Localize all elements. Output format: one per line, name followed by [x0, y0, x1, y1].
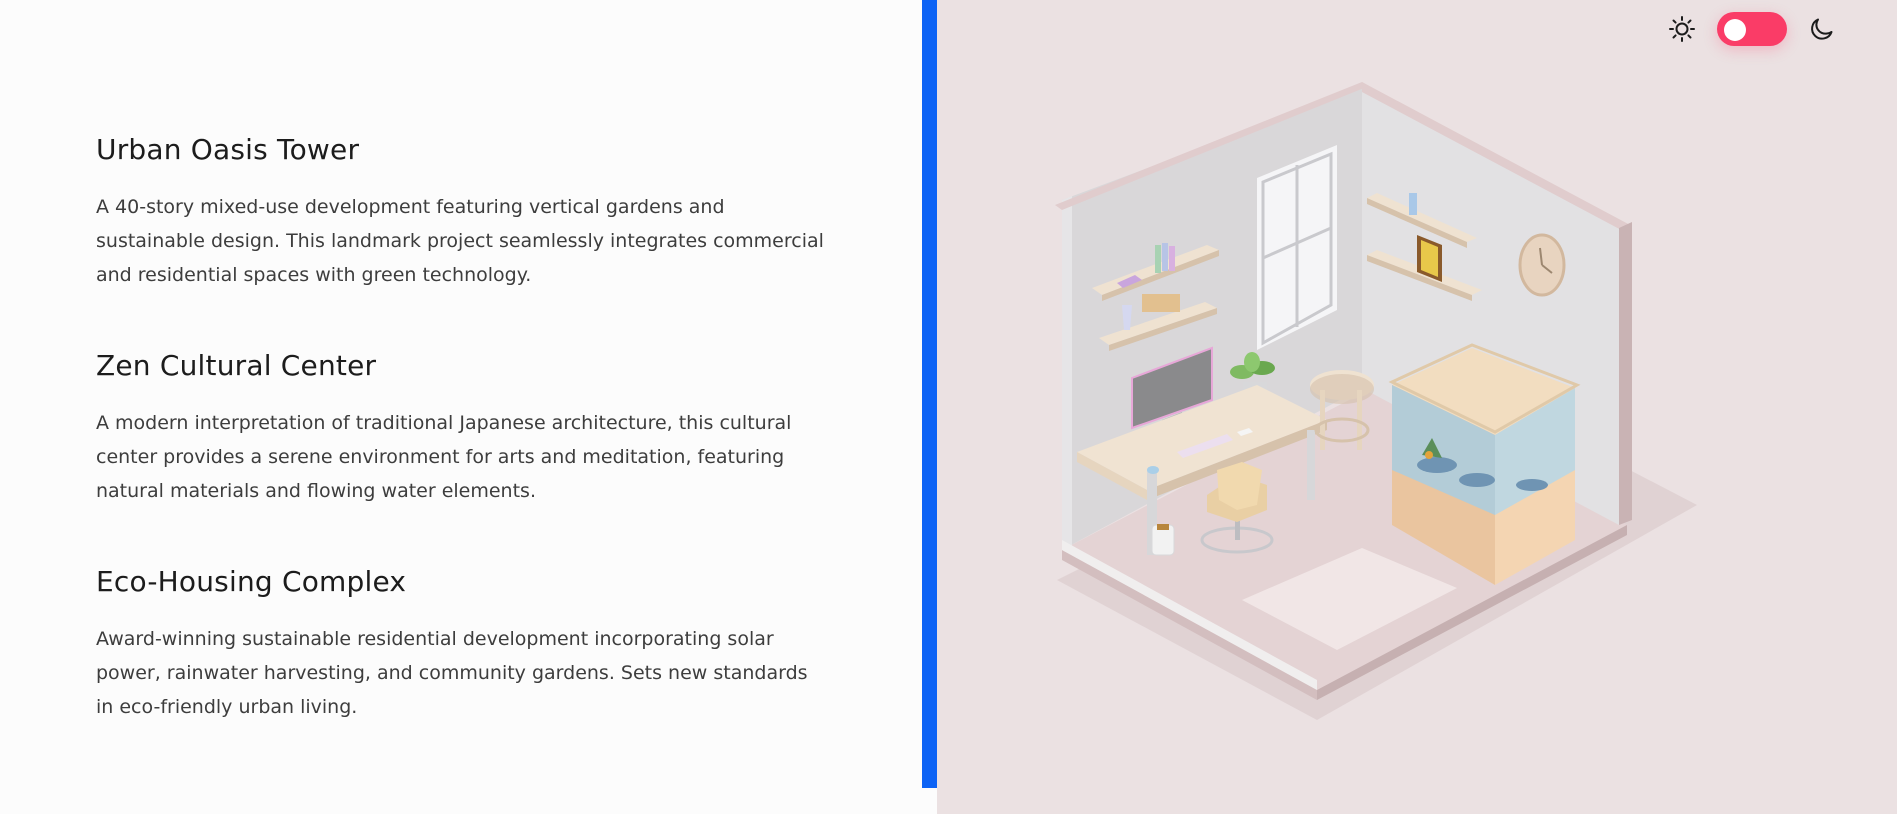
illustration-pane — [937, 0, 1897, 814]
project-card: Urban Oasis Tower A 40-story mixed-use d… — [96, 128, 836, 292]
theme-toggle-group — [1667, 12, 1837, 46]
theme-toggle-switch[interactable] — [1717, 12, 1787, 46]
page: Urban Oasis Tower A 40-story mixed-use d… — [0, 0, 1897, 814]
project-title: Urban Oasis Tower — [96, 128, 836, 172]
project-title: Zen Cultural Center — [96, 344, 836, 388]
isometric-room-illustration — [937, 0, 1897, 814]
project-title: Eco-Housing Complex — [96, 560, 836, 604]
project-list-pane: Urban Oasis Tower A 40-story mixed-use d… — [0, 0, 922, 814]
project-description: A modern interpretation of traditional J… — [96, 406, 826, 508]
project-description: Award-winning sustainable residential de… — [96, 622, 826, 724]
waste-bin — [1152, 524, 1174, 555]
moon-icon[interactable] — [1807, 14, 1837, 44]
project-list: Urban Oasis Tower A 40-story mixed-use d… — [96, 128, 836, 776]
project-card: Eco-Housing Complex Award-winning sustai… — [96, 560, 836, 724]
scroll-indicator[interactable] — [922, 0, 937, 788]
project-card: Zen Cultural Center A modern interpretat… — [96, 344, 836, 508]
sun-icon[interactable] — [1667, 14, 1697, 44]
wall-clock — [1520, 235, 1564, 295]
toggle-knob — [1724, 19, 1746, 41]
project-description: A 40-story mixed-use development featuri… — [96, 190, 826, 292]
